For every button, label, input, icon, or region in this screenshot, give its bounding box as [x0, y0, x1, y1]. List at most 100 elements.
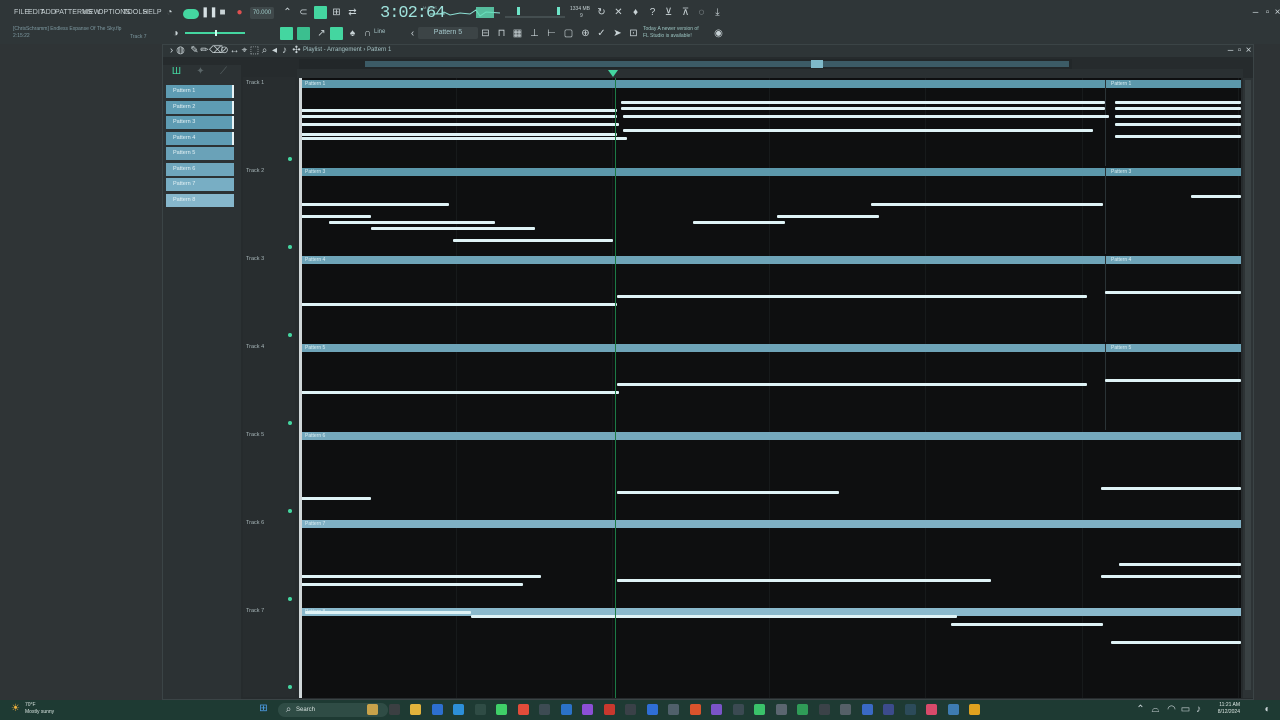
note-block[interactable]	[871, 203, 1103, 206]
master-pitch-icon[interactable]: ◑	[170, 29, 181, 40]
taskbar-office-icon[interactable]	[689, 704, 701, 715]
note-block[interactable]	[1115, 135, 1241, 138]
menu-help[interactable]: HELP	[143, 9, 162, 16]
playlist-view-button[interactable]	[280, 27, 293, 40]
speaker-icon[interactable]: ♪	[279, 46, 290, 57]
plugin-icon[interactable]: ⊥	[529, 29, 540, 40]
pattern-tools-icon[interactable]: ⊟	[480, 29, 491, 40]
menu-add[interactable]: ADD	[41, 9, 56, 16]
close-icon[interactable]: ×	[1272, 8, 1280, 19]
pattern-picker-item[interactable]: Pattern 4	[166, 131, 234, 145]
track-lane[interactable]: Pattern 5 Pattern 5	[299, 342, 1241, 430]
tray-chevron-icon[interactable]: ⌃	[1135, 705, 1146, 716]
track-enable-led[interactable]	[288, 597, 292, 601]
note-block[interactable]	[1115, 101, 1241, 104]
pin-icon[interactable]: ⊕	[580, 29, 591, 40]
tree-icon[interactable]: ⊢	[546, 29, 557, 40]
note-block[interactable]	[1115, 107, 1241, 110]
track-enable-led[interactable]	[288, 509, 292, 513]
loop-record-icon[interactable]: ⇄	[347, 8, 358, 19]
note-block[interactable]	[617, 295, 1087, 298]
note-block[interactable]	[301, 137, 627, 140]
master-pitch-slider[interactable]	[185, 29, 245, 37]
note-block[interactable]	[301, 123, 619, 126]
track-lane[interactable]: Pattern 3 Pattern 3	[299, 166, 1241, 254]
note-block[interactable]	[777, 215, 879, 218]
note-block[interactable]	[617, 383, 1087, 386]
note-block[interactable]	[693, 221, 785, 224]
taskbar-cmd-icon[interactable]	[818, 704, 830, 715]
hint-icon[interactable]: ◔	[164, 8, 175, 19]
channel-rack-icon[interactable]: ⊻	[663, 8, 674, 19]
taskbar-vscode-icon[interactable]	[840, 704, 851, 715]
start-icon[interactable]: ⊞	[258, 704, 269, 715]
draw-tool-button[interactable]	[330, 27, 343, 40]
send-icon[interactable]: ➤	[612, 29, 623, 40]
arrangement-grid[interactable]: Pattern 1 Pattern 1 Pattern 3 Pattern 3 Patt…	[299, 78, 1241, 698]
note-block[interactable]	[1105, 379, 1241, 382]
taskbar-settings-icon[interactable]	[474, 704, 486, 715]
track-label[interactable]: Track 3	[246, 256, 264, 262]
download-icon[interactable]: ⤓	[712, 8, 723, 19]
note-block[interactable]	[301, 133, 617, 136]
globe-icon[interactable]: ◉	[713, 29, 724, 40]
taskbar-copilot-icon[interactable]	[367, 704, 378, 715]
weather-icon[interactable]: ☀	[10, 704, 21, 715]
snap-selector[interactable]: Line	[374, 29, 385, 35]
note-block[interactable]	[301, 583, 523, 586]
overview-thumb[interactable]	[365, 61, 1069, 67]
note-block[interactable]	[1119, 563, 1241, 566]
note-block[interactable]	[301, 575, 541, 578]
taskbar-flstudio-icon[interactable]	[969, 704, 980, 715]
news-panel[interactable]: Today A newer version of FL Studio is av…	[643, 26, 699, 40]
pattern-picker-item[interactable]: Pattern 6	[166, 162, 234, 176]
taskbar-xbox-icon[interactable]	[496, 704, 507, 715]
track-enable-led[interactable]	[288, 245, 292, 249]
track-enable-led[interactable]	[288, 333, 292, 337]
taskbar-vpn-icon[interactable]	[668, 704, 679, 715]
metronome-icon[interactable]: ⌃	[282, 8, 293, 19]
note-block[interactable]	[371, 227, 535, 230]
browser-icon[interactable]: ⊼	[680, 8, 691, 19]
arrange-icon[interactable]: ✣	[291, 46, 302, 57]
picker-patterns-icon[interactable]: Ш	[171, 67, 182, 78]
play-icon[interactable]: ❚❚	[201, 8, 218, 19]
mic-icon[interactable]: ♦	[630, 8, 641, 19]
note-block[interactable]	[621, 107, 1105, 110]
pattern-picker-item[interactable]: Pattern 1	[166, 85, 234, 98]
clip-header-bar[interactable]	[299, 168, 1241, 176]
blend-icon[interactable]: ⊞	[331, 8, 342, 19]
hint-panel-icon[interactable]: ◍	[175, 46, 186, 57]
master-volume-slider[interactable]	[505, 5, 565, 21]
taskbar-taskview-icon[interactable]	[388, 704, 400, 715]
note-block[interactable]	[453, 239, 613, 242]
tray-wifi-icon[interactable]: ◠	[1166, 705, 1177, 716]
mixer-panel-icon[interactable]: ▦	[512, 29, 523, 40]
picker-audio-icon[interactable]: ✦	[195, 67, 206, 78]
note-block[interactable]	[301, 203, 449, 206]
track-label[interactable]: Track 7	[246, 608, 264, 614]
piano-roll-button[interactable]	[297, 27, 310, 40]
timeline-ruler[interactable]	[297, 69, 1243, 78]
note-block[interactable]	[951, 623, 1103, 626]
pattern-picker-item[interactable]: Pattern 7	[166, 178, 234, 191]
paint-icon[interactable]: ♠	[347, 29, 358, 40]
clip-header-bar[interactable]	[299, 432, 1241, 440]
brush-icon[interactable]: ✓	[596, 29, 607, 40]
track-label[interactable]: Track 4	[246, 344, 264, 350]
pattern-picker-item[interactable]: Pattern 8	[166, 193, 234, 207]
minimize-icon[interactable]: –	[1250, 8, 1261, 19]
pattern-picker-item[interactable]: Pattern 2	[166, 100, 234, 114]
taskbar-calc-icon[interactable]	[646, 704, 658, 715]
taskbar-explorer-icon[interactable]	[410, 704, 421, 715]
stop-icon[interactable]: ■	[217, 8, 228, 19]
note-block[interactable]	[1105, 291, 1241, 294]
vertical-scroll-thumb[interactable]	[1245, 80, 1251, 690]
note-block[interactable]	[1101, 487, 1241, 490]
clip-header-bar[interactable]	[299, 256, 1241, 264]
note-block[interactable]	[301, 109, 617, 112]
taskbar-spotify-icon[interactable]	[754, 704, 765, 715]
note-block[interactable]	[301, 115, 617, 118]
track-label[interactable]: Track 6	[246, 520, 264, 526]
note-block[interactable]	[623, 115, 1109, 118]
